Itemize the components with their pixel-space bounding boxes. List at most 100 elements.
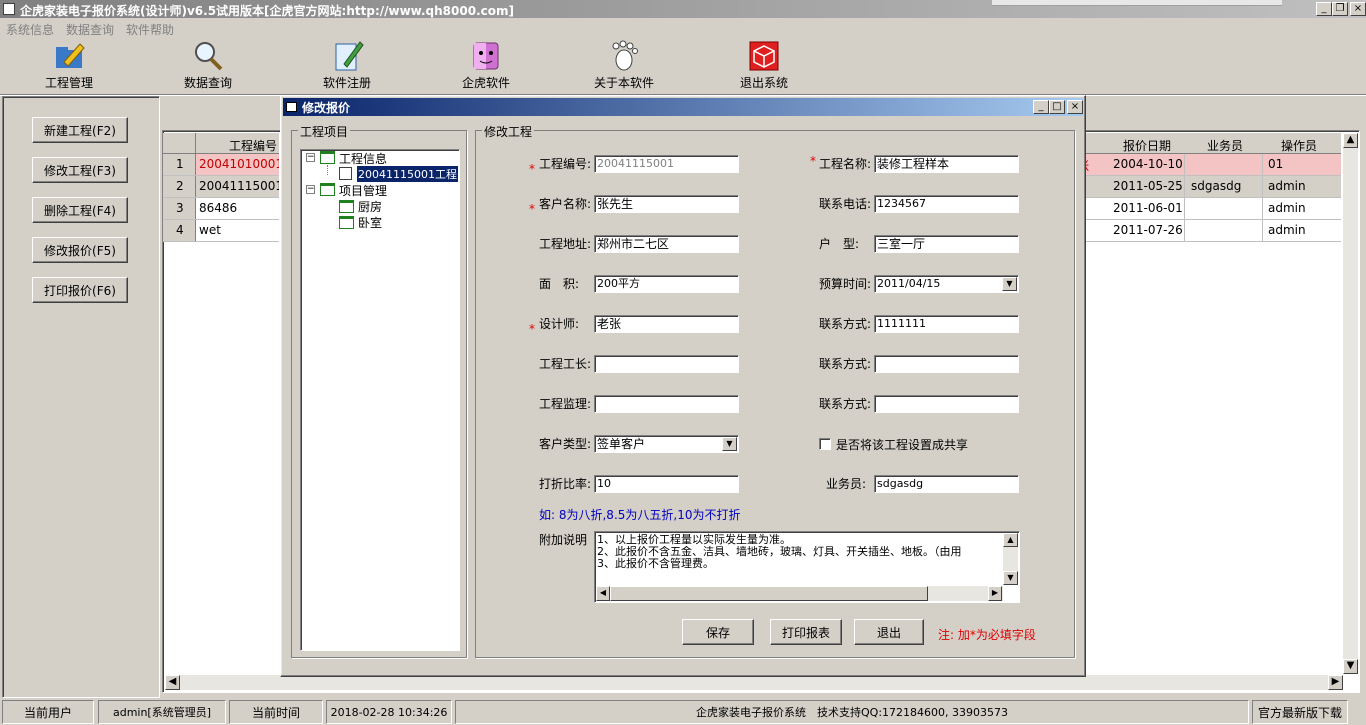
row-number: 1 [163, 154, 196, 175]
grid-vscrollbar[interactable]: ▲ ▼ [1343, 133, 1358, 674]
table-row[interactable]: 1 20041010001 [163, 154, 279, 176]
table-row[interactable]: 2 20041115001 [163, 176, 279, 198]
phone-field[interactable]: 1234567 [874, 195, 1019, 213]
tree-node-project-info[interactable]: 工程信息 [339, 150, 387, 167]
cell-operator[interactable]: 01 [1263, 154, 1341, 175]
cell-date[interactable]: 2011-07-26 [1083, 220, 1185, 241]
toolbar-exit[interactable]: 退出系统 [719, 40, 809, 92]
scroll-left-button[interactable]: ◀ [165, 675, 180, 690]
col-header-date[interactable]: 报价日期 [1123, 137, 1171, 154]
col-header-operator[interactable]: 操作员 [1281, 137, 1317, 154]
menu-help[interactable]: 软件帮助 [126, 21, 174, 38]
tree-node-bedroom[interactable]: 卧室 [358, 214, 382, 231]
cell-code[interactable]: 20041115001 [196, 176, 279, 197]
budget-date-picker[interactable]: 2011/04/15 [874, 275, 1019, 293]
scroll-thumb[interactable] [610, 586, 928, 601]
cell-operator[interactable]: admin [1263, 176, 1341, 197]
cell-code[interactable]: 20041010001 [196, 154, 279, 175]
grid-hscrollbar[interactable]: ◀ ▶ [165, 675, 1343, 690]
house-field[interactable]: 三室一厅 [874, 235, 1019, 253]
dialog-maximize-button[interactable]: □ [1049, 100, 1065, 114]
label-salesman: 业务员: [826, 477, 867, 491]
tree-expander-2[interactable]: − [306, 185, 315, 194]
scroll-right-button[interactable]: ▶ [988, 586, 1002, 601]
new-project-button[interactable]: 新建工程(F2) [32, 117, 128, 143]
exit-button[interactable]: 退出 [854, 619, 924, 645]
foreman-field[interactable] [594, 355, 739, 373]
scroll-down-button[interactable]: ▼ [1343, 659, 1358, 674]
scroll-up-button[interactable]: ▲ [1003, 533, 1018, 547]
latest-version-link[interactable]: 官方最新版下载 [1252, 700, 1348, 724]
designer-field[interactable]: 老张 [594, 315, 739, 333]
cell-salesman[interactable]: sdgasdg [1185, 176, 1263, 197]
chevron-down-icon[interactable]: ▼ [1002, 277, 1017, 291]
required-mark: * [810, 154, 816, 168]
dialog-minimize-button[interactable]: _ [1033, 100, 1049, 114]
edit-project-button[interactable]: 修改工程(F3) [32, 157, 128, 183]
scroll-up-button[interactable]: ▲ [1343, 133, 1358, 148]
tree-node-item-manage[interactable]: 项目管理 [339, 182, 387, 199]
foreman-contact-field[interactable] [874, 355, 1019, 373]
scroll-right-button[interactable]: ▶ [1328, 675, 1343, 690]
chevron-down-icon[interactable]: ▼ [722, 437, 737, 451]
area-field[interactable]: 200平方 [594, 275, 739, 293]
table-row[interactable]: 张2004-10-1001 [1077, 154, 1341, 176]
toolbar-qihu-software[interactable]: 企虎软件 [441, 40, 531, 92]
dialog-close-button[interactable]: × [1067, 100, 1083, 114]
address-field[interactable]: 郑州市二七区 [594, 235, 739, 253]
note-hscrollbar[interactable]: ◀ ▶ [596, 586, 1003, 601]
toolbar-about[interactable]: 关于本软件 [580, 40, 668, 92]
cell-operator[interactable]: admin [1263, 198, 1341, 219]
cell-salesman[interactable] [1185, 198, 1263, 219]
salesman-field[interactable]: sdgasdg [874, 475, 1019, 493]
menu-data-query[interactable]: 数据查询 [66, 21, 114, 38]
customer-type-select[interactable]: 签单客户 [594, 435, 739, 453]
print-report-button[interactable]: 打印报表 [770, 619, 842, 645]
save-button[interactable]: 保存 [682, 619, 754, 645]
grid-header-right: 报价日期 业务员 操作员 [1083, 133, 1341, 154]
tree-node-kitchen[interactable]: 厨房 [358, 198, 382, 215]
note-vscrollbar[interactable]: ▲ ▼ [1003, 533, 1018, 585]
minimize-button[interactable]: _ [1316, 2, 1332, 16]
discount-field[interactable]: 10 [594, 475, 739, 493]
table-row[interactable]: 2011-05-25 sdgasdg admin [1083, 176, 1341, 198]
table-row[interactable]: 4 wet [163, 220, 279, 242]
restore-button[interactable]: ❐ [1332, 2, 1348, 16]
customer-field[interactable]: 张先生 [594, 195, 739, 213]
close-button[interactable]: × [1350, 2, 1366, 16]
cell-salesman[interactable] [1185, 154, 1263, 175]
cell-code[interactable]: 86486 [196, 198, 279, 219]
name-field[interactable]: 装修工程样本 [874, 155, 1019, 173]
cell-date[interactable]: 2011-05-25 [1083, 176, 1185, 197]
cell-salesman[interactable] [1185, 220, 1263, 241]
cell-date[interactable]: 2004-10-10 [1083, 154, 1185, 175]
note-textarea[interactable]: 1、以上报价工程量以实际发生量为准。 2、此报价不含五金、洁具、墙地砖，玻璃、灯… [594, 531, 1020, 603]
dialog-title: 修改报价 [302, 101, 351, 115]
share-checkbox[interactable] [819, 438, 831, 450]
tree-node-project-selected[interactable]: 20041115001工程 [357, 166, 458, 182]
toolbar-data-query[interactable]: 数据查询 [163, 40, 253, 92]
col-header-sales[interactable]: 业务员 [1207, 137, 1243, 154]
table-row[interactable]: 2011-06-01 admin [1083, 198, 1341, 220]
cell-code[interactable]: wet [196, 220, 279, 241]
cell-date[interactable]: 2011-06-01 [1083, 198, 1185, 219]
menu-system-info[interactable]: 系统信息 [6, 21, 54, 38]
tree-group: 工程项目 − 工程信息 20041115001工程 − 项目管理 厨房 卧室 [291, 123, 467, 658]
supervisor-contact-field[interactable] [874, 395, 1019, 413]
table-row[interactable]: 3 86486 [163, 198, 279, 220]
designer-contact-field[interactable]: 1111111 [874, 315, 1019, 333]
print-quote-button[interactable]: 打印报价(F6) [32, 277, 128, 303]
edit-quote-button[interactable]: 修改报价(F5) [32, 237, 128, 263]
toolbar-software-register[interactable]: 软件注册 [302, 40, 392, 92]
delete-project-button[interactable]: 删除工程(F4) [32, 197, 128, 223]
toolbar-project-manage[interactable]: 工程管理 [24, 40, 114, 92]
supervisor-field[interactable] [594, 395, 739, 413]
table-row[interactable]: 2011-07-26 admin [1083, 220, 1341, 242]
cell-operator[interactable]: admin [1263, 220, 1341, 241]
scroll-down-button[interactable]: ▼ [1003, 571, 1018, 585]
tree-expander-1[interactable]: − [306, 153, 315, 162]
scroll-left-button[interactable]: ◀ [596, 586, 610, 601]
code-field[interactable]: 20041115001 [594, 155, 739, 173]
col-header-code[interactable]: 工程编号 [229, 137, 277, 154]
note-line-1: 1、以上报价工程量以实际发生量为准。 [597, 533, 791, 546]
